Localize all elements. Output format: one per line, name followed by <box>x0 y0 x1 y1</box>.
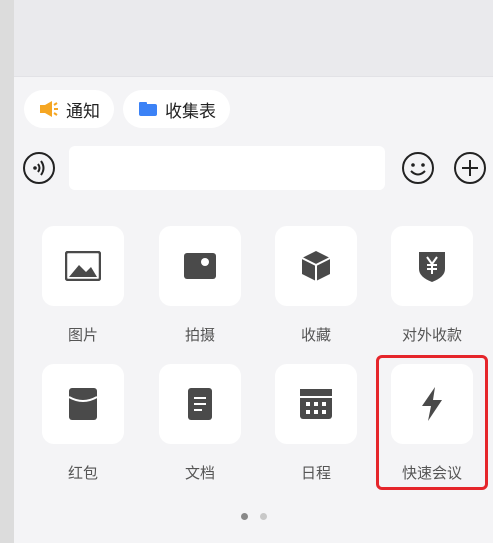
document-icon <box>188 388 212 420</box>
collection-form-chip-label: 收集表 <box>165 101 216 121</box>
collection-form-chip[interactable]: 收集表 <box>123 90 230 128</box>
red-packet-icon <box>68 388 98 420</box>
grid-item-external-payment[interactable]: 对外收款 <box>391 226 473 345</box>
plus-icon[interactable] <box>452 150 488 186</box>
image-tile[interactable] <box>42 226 124 306</box>
notice-chip-label: 通知 <box>66 101 100 121</box>
grid-label: 对外收款 <box>401 327 462 344</box>
attachment-panel: 通知 收集表 图片 拍摄 收藏 对外收款 红包 文档 日程 快速会议 <box>14 0 493 543</box>
page-dot-active[interactable] <box>241 513 248 520</box>
document-tile[interactable] <box>159 364 241 444</box>
grid-item-document[interactable]: 文档 <box>159 364 241 483</box>
page-indicator <box>241 513 267 520</box>
notice-chip[interactable]: 通知 <box>24 90 114 128</box>
yuan-shield-icon <box>419 252 445 282</box>
grid-label: 拍摄 <box>184 327 215 344</box>
grid-item-image[interactable]: 图片 <box>42 226 124 345</box>
camera-tile[interactable] <box>159 226 241 306</box>
calendar-icon <box>300 389 332 419</box>
grid-label: 图片 <box>67 327 98 344</box>
emoji-icon[interactable] <box>400 150 436 186</box>
grid-label: 收藏 <box>300 327 331 344</box>
red-packet-tile[interactable] <box>42 364 124 444</box>
camera-icon <box>184 253 216 279</box>
grid-item-favorites[interactable]: 收藏 <box>275 226 357 345</box>
message-input-row <box>14 146 493 190</box>
grid-item-camera[interactable]: 拍摄 <box>159 226 241 345</box>
highlight-box <box>376 355 488 490</box>
schedule-tile[interactable] <box>275 364 357 444</box>
grid-item-schedule[interactable]: 日程 <box>275 364 357 483</box>
folder-icon <box>137 100 159 118</box>
voice-icon[interactable] <box>22 151 56 185</box>
favorites-cube-icon <box>301 251 331 281</box>
external-payment-tile[interactable] <box>391 226 473 306</box>
favorites-tile[interactable] <box>275 226 357 306</box>
page-dot[interactable] <box>260 513 267 520</box>
image-icon <box>65 251 101 281</box>
grid-label: 红包 <box>67 465 98 482</box>
grid-item-red-packet[interactable]: 红包 <box>42 364 124 483</box>
grid-label: 日程 <box>300 465 331 482</box>
message-input[interactable] <box>69 146 385 190</box>
chat-area <box>14 0 493 77</box>
megaphone-icon <box>38 99 60 119</box>
grid-label: 文档 <box>184 465 215 482</box>
